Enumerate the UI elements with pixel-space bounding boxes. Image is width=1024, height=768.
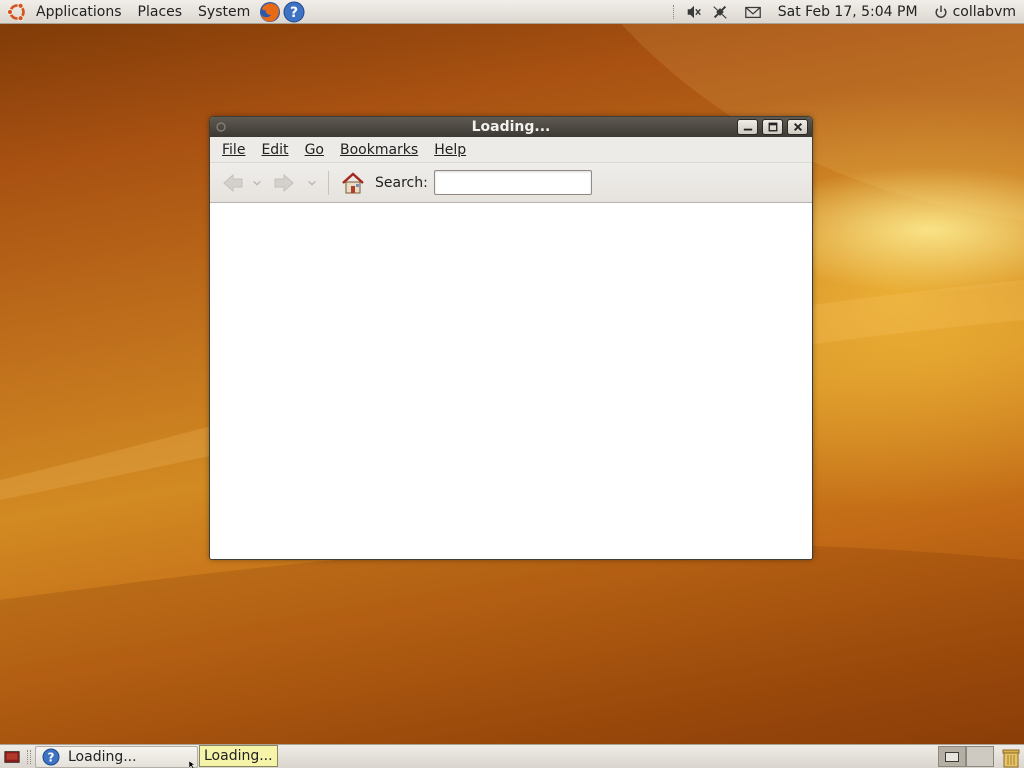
window-title: Loading...: [471, 119, 551, 135]
menu-edit[interactable]: Edit: [253, 137, 296, 163]
chevron-down-icon: [253, 180, 261, 186]
network-icon[interactable]: [710, 2, 730, 22]
ubuntu-logo-icon: [6, 1, 28, 23]
system-menu-label: System: [198, 3, 251, 20]
back-history-button[interactable]: [248, 168, 266, 198]
forward-arrow-icon: [274, 173, 294, 192]
taskbar-window-label: Loading...: [68, 748, 137, 765]
close-button[interactable]: [787, 119, 808, 135]
taskbar-window-button[interactable]: ? Loading...: [35, 745, 198, 768]
menu-bookmarks[interactable]: Bookmarks: [332, 137, 426, 163]
svg-text:?: ?: [48, 750, 55, 764]
menu-edit-label: Edit: [261, 141, 289, 158]
tooltip: Loading...: [199, 745, 278, 767]
forward-button[interactable]: [266, 168, 302, 198]
maximize-icon: [768, 122, 777, 132]
home-button[interactable]: [339, 168, 367, 198]
workspace-1[interactable]: [938, 746, 966, 767]
help-icon[interactable]: ?: [283, 1, 305, 23]
window-controls: [733, 119, 808, 135]
system-menu[interactable]: System: [190, 0, 258, 24]
window-toolbar: Search:: [210, 163, 812, 203]
menu-go[interactable]: Go: [297, 137, 332, 163]
toolbar-separator: [328, 170, 329, 195]
minimize-icon: [743, 128, 752, 131]
window-menubar: File Edit Go Bookmarks Help: [210, 137, 812, 163]
system-tray: Sat Feb 17, 5:04 PM collabvm: [669, 0, 1024, 24]
menu-bookmarks-label: Bookmarks: [339, 141, 419, 158]
forward-history-button[interactable]: [302, 168, 322, 198]
workspace-2[interactable]: [966, 746, 994, 767]
back-button[interactable]: [218, 168, 248, 198]
maximize-button[interactable]: [762, 119, 783, 135]
panel-handle: [27, 749, 31, 764]
bottom-panel: ? Loading...: [0, 744, 1024, 768]
back-arrow-icon: [223, 173, 243, 192]
user-menu[interactable]: collabvm: [928, 2, 1024, 22]
menu-help-label: Help: [434, 141, 467, 158]
close-icon: [793, 123, 802, 131]
workspace-switcher: [938, 746, 994, 767]
firefox-icon[interactable]: [259, 1, 281, 23]
search-input[interactable]: [433, 170, 592, 195]
search-label: Search:: [375, 174, 428, 191]
places-menu[interactable]: Places: [130, 0, 191, 24]
menu-go-label: Go: [304, 141, 324, 158]
window-titlebar[interactable]: Loading...: [210, 117, 812, 137]
show-desktop-button[interactable]: [1, 746, 23, 768]
workspace-window-thumbnail: [945, 752, 959, 762]
mail-icon[interactable]: [743, 2, 763, 22]
home-icon: [342, 171, 364, 193]
minimize-button[interactable]: [737, 119, 758, 135]
volume-icon[interactable]: [684, 2, 704, 22]
trash-icon[interactable]: [1000, 746, 1022, 768]
chevron-down-icon: [308, 180, 316, 186]
mouse-cursor-icon: [189, 761, 196, 768]
menu-file-label: File: [222, 141, 246, 158]
content-area[interactable]: [210, 204, 812, 559]
menu-file[interactable]: File: [214, 137, 253, 163]
top-panel: Applications Places System ? Sat Feb 17,…: [0, 0, 1024, 24]
clock[interactable]: Sat Feb 17, 5:04 PM: [766, 4, 928, 20]
show-desktop-icon: [4, 750, 20, 763]
menu-help[interactable]: Help: [426, 137, 474, 163]
svg-text:?: ?: [290, 5, 298, 21]
places-menu-label: Places: [137, 3, 183, 20]
user-name: collabvm: [952, 4, 1016, 20]
applications-menu[interactable]: Applications: [0, 0, 130, 24]
help-icon: ?: [42, 748, 60, 766]
power-icon: [931, 2, 951, 22]
tray-handle: [672, 5, 677, 19]
file-browser-window: Loading... File Edit Go Bookmarks Help S…: [209, 116, 813, 560]
applications-menu-label: Applications: [36, 3, 122, 20]
